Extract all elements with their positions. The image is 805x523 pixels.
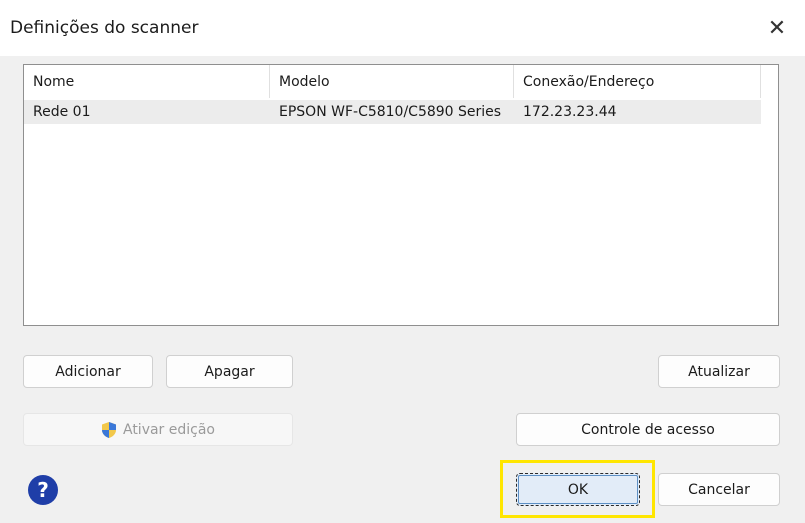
cell-modelo: EPSON WF-C5810/C5890 Series (279, 104, 502, 120)
close-icon[interactable]: ✕ (759, 10, 795, 46)
list-header: Nome Modelo Conexão/Endereço (24, 65, 761, 98)
scanner-settings-dialog: Definições do scanner ✕ Nome Modelo Cone… (0, 0, 805, 523)
apagar-button[interactable]: Apagar (166, 355, 293, 388)
cancelar-button[interactable]: Cancelar (658, 473, 780, 506)
adicionar-button[interactable]: Adicionar (23, 355, 153, 388)
window-title: Definições do scanner (10, 18, 199, 38)
ativar-edicao-label: Ativar edição (122, 421, 215, 438)
help-icon[interactable]: ? (28, 475, 58, 505)
column-header-conexao[interactable]: Conexão/Endereço (514, 65, 761, 98)
scanner-list[interactable]: Nome Modelo Conexão/Endereço Rede 01 EPS… (23, 64, 779, 326)
column-header-nome[interactable]: Nome (24, 65, 270, 98)
atualizar-button[interactable]: Atualizar (658, 355, 780, 388)
cell-endereco: 172.23.23.44 (523, 104, 617, 120)
ativar-edicao-button[interactable]: Ativar edição (23, 413, 293, 446)
column-header-modelo[interactable]: Modelo (270, 65, 514, 98)
title-bar: Definições do scanner ✕ (0, 0, 805, 56)
ok-button[interactable]: OK (516, 473, 640, 506)
cell-nome: Rede 01 (33, 104, 91, 120)
controle-acesso-button[interactable]: Controle de acesso (516, 413, 780, 446)
table-row[interactable]: Rede 01 EPSON WF-C5810/C5890 Series 172.… (24, 100, 761, 124)
uac-shield-icon (101, 421, 116, 438)
